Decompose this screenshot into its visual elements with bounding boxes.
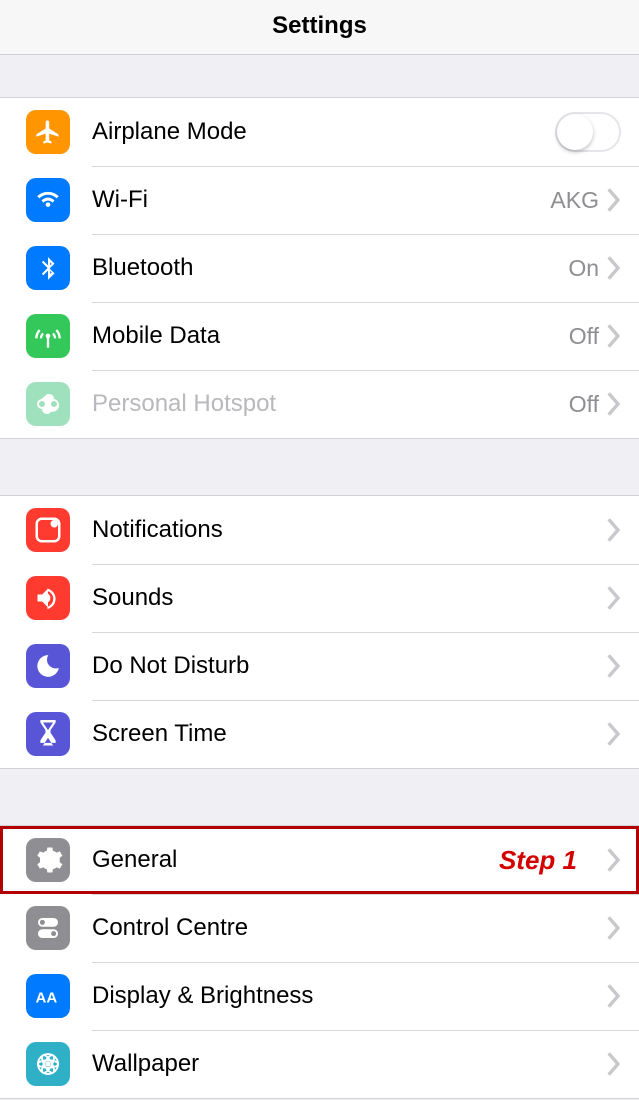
row-label: Mobile Data <box>92 322 569 350</box>
group-spacer <box>0 55 639 97</box>
row-label: Control Centre <box>92 914 607 942</box>
sounds-icon <box>26 576 70 620</box>
page-title: Settings <box>0 12 639 40</box>
group-spacer <box>0 439 639 495</box>
settings-group-system: General Step 1 Control Centre AA Display… <box>0 825 639 1099</box>
hotspot-icon <box>26 382 70 426</box>
row-sounds[interactable]: Sounds <box>0 564 639 632</box>
row-value: AKG <box>550 187 599 214</box>
chevron-right-icon <box>607 188 621 212</box>
row-label: Bluetooth <box>92 254 568 282</box>
row-label: Notifications <box>92 516 607 544</box>
settings-group-connectivity: Airplane Mode Wi-Fi AKG Bluetooth On Mob… <box>0 97 639 439</box>
row-label: Do Not Disturb <box>92 652 607 680</box>
wallpaper-icon <box>26 1042 70 1086</box>
hourglass-icon <box>26 712 70 756</box>
gear-icon <box>26 838 70 882</box>
airplane-toggle[interactable] <box>555 112 621 152</box>
moon-icon <box>26 644 70 688</box>
chevron-right-icon <box>607 392 621 416</box>
chevron-right-icon <box>607 722 621 746</box>
chevron-right-icon <box>607 1052 621 1076</box>
row-wallpaper[interactable]: Wallpaper <box>0 1030 639 1098</box>
chevron-right-icon <box>607 654 621 678</box>
step-annotation: Step 1 <box>499 845 577 876</box>
display-icon: AA <box>26 974 70 1018</box>
row-label: Personal Hotspot <box>92 390 569 418</box>
row-bluetooth[interactable]: Bluetooth On <box>0 234 639 302</box>
notifications-icon <box>26 508 70 552</box>
row-label: Wi-Fi <box>92 186 550 214</box>
chevron-right-icon <box>607 324 621 348</box>
row-label: General <box>92 846 499 874</box>
airplane-icon <box>26 110 70 154</box>
row-airplane-mode[interactable]: Airplane Mode <box>0 98 639 166</box>
header: Settings <box>0 0 639 55</box>
chevron-right-icon <box>607 916 621 940</box>
chevron-right-icon <box>607 518 621 542</box>
wifi-icon <box>26 178 70 222</box>
chevron-right-icon <box>607 586 621 610</box>
row-do-not-disturb[interactable]: Do Not Disturb <box>0 632 639 700</box>
row-general[interactable]: General Step 1 <box>0 826 639 894</box>
row-label: Display & Brightness <box>92 982 607 1010</box>
row-notifications[interactable]: Notifications <box>0 496 639 564</box>
row-label: Wallpaper <box>92 1050 607 1078</box>
chevron-right-icon <box>607 256 621 280</box>
row-value: Off <box>569 391 599 418</box>
row-display-brightness[interactable]: AA Display & Brightness <box>0 962 639 1030</box>
row-control-centre[interactable]: Control Centre <box>0 894 639 962</box>
bluetooth-icon <box>26 246 70 290</box>
row-mobile-data[interactable]: Mobile Data Off <box>0 302 639 370</box>
chevron-right-icon <box>607 984 621 1008</box>
group-spacer <box>0 769 639 825</box>
row-label: Screen Time <box>92 720 607 748</box>
row-value: On <box>568 255 599 282</box>
row-screen-time[interactable]: Screen Time <box>0 700 639 768</box>
antenna-icon <box>26 314 70 358</box>
row-personal-hotspot[interactable]: Personal Hotspot Off <box>0 370 639 438</box>
row-value: Off <box>569 323 599 350</box>
toggle-knob <box>557 114 593 150</box>
settings-group-alerts: Notifications Sounds Do Not Disturb Scre… <box>0 495 639 769</box>
control-centre-icon <box>26 906 70 950</box>
row-wifi[interactable]: Wi-Fi AKG <box>0 166 639 234</box>
chevron-right-icon <box>607 848 621 872</box>
row-label: Sounds <box>92 584 607 612</box>
row-label: Airplane Mode <box>92 118 555 146</box>
svg-text:AA: AA <box>36 989 58 1006</box>
